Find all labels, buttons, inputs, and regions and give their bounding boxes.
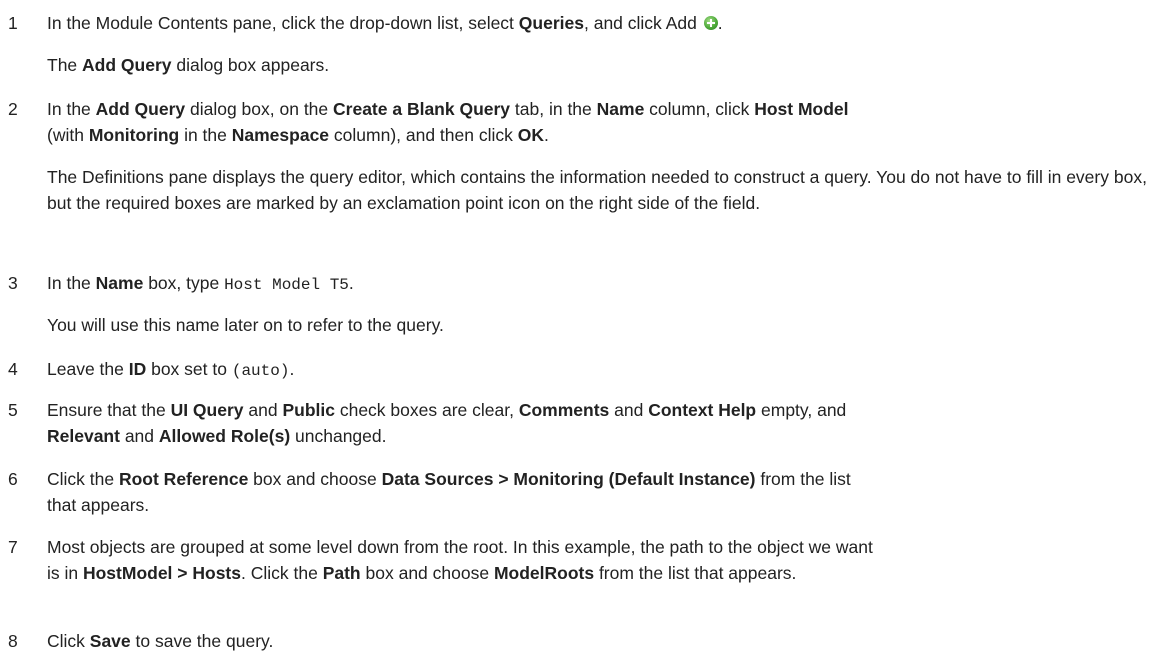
- step-number: 6: [8, 469, 18, 489]
- step-text: Leave the ID box set to (auto).: [47, 359, 295, 380]
- ui-term: Name: [596, 99, 645, 119]
- ui-term: Monitoring: [88, 125, 180, 145]
- step-number: 4: [8, 359, 18, 379]
- ui-term: Queries: [518, 13, 584, 33]
- step-text: In the Name box, type Host Model T5.: [47, 273, 354, 294]
- ui-term: UI Query: [170, 400, 244, 420]
- ui-term: Allowed Role(s): [158, 426, 291, 446]
- step-number: 8: [8, 631, 18, 651]
- step-number: 1: [8, 13, 18, 33]
- typed-value: Host Model T5: [224, 276, 349, 294]
- step-text: In the Add Query dialog box, on the Crea…: [47, 99, 849, 145]
- ui-term: Comments: [518, 400, 610, 420]
- ui-term: Public: [282, 400, 335, 420]
- ui-term: Relevant: [47, 426, 120, 446]
- step-number: 7: [8, 537, 18, 557]
- typed-value: (auto): [231, 362, 290, 380]
- step-note: The Add Query dialog box appears.: [47, 55, 330, 75]
- step-text: Ensure that the UI Query and Public chec…: [47, 400, 847, 446]
- ui-term: OK: [517, 125, 544, 145]
- ui-term: Add Query: [95, 99, 186, 119]
- ui-term: Name: [95, 273, 144, 293]
- ui-term: Context Help: [648, 400, 757, 420]
- ui-term: Save: [89, 631, 131, 651]
- ui-term: Path: [322, 563, 361, 583]
- ui-term: HostModel > Hosts: [82, 563, 241, 583]
- step-number: 3: [8, 273, 18, 293]
- step-text: Click the Root Reference box and choose …: [47, 469, 851, 515]
- step-number: 2: [8, 99, 18, 119]
- step-text: In the Module Contents pane, click the d…: [47, 13, 723, 33]
- ui-term: Namespace: [231, 125, 330, 145]
- ui-term: ModelRoots: [493, 563, 595, 583]
- step-text: Most objects are grouped at some level d…: [47, 537, 873, 583]
- ui-term: Root Reference: [118, 469, 249, 489]
- ui-term: Data Sources > Monitoring (Default Insta…: [381, 469, 756, 489]
- add-plus-circle-icon: [703, 16, 718, 30]
- step-number: 5: [8, 400, 18, 420]
- step-note: You will use this name later on to refer…: [47, 315, 444, 335]
- step-note: The Definitions pane displays the query …: [47, 167, 1147, 213]
- ui-term: ID: [128, 359, 147, 379]
- step-text: Click Save to save the query.: [47, 631, 274, 651]
- ui-term: Create a Blank Query: [333, 99, 511, 119]
- ui-term: Add Query: [82, 55, 172, 75]
- ui-term: Host Model: [754, 99, 849, 119]
